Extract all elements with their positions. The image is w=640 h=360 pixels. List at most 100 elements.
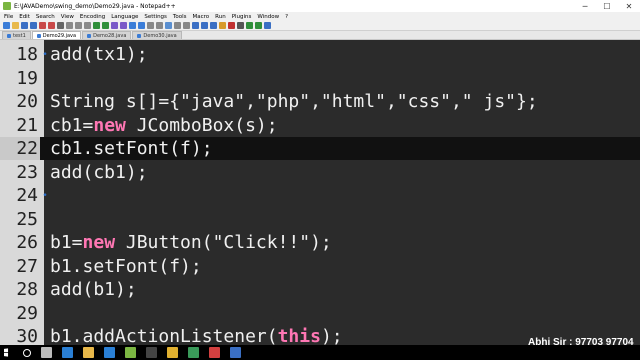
function-list-icon[interactable] (210, 22, 217, 29)
record-icon[interactable] (228, 22, 235, 29)
menu-item-search[interactable]: Search (36, 14, 55, 20)
tab-demo29-java[interactable]: Demo29.java (31, 31, 82, 39)
code-line[interactable]: 18 • add(tx1); (0, 43, 640, 66)
doc-map-icon[interactable] (201, 22, 208, 29)
lang-icon[interactable] (192, 22, 199, 29)
undo-icon[interactable] (93, 22, 100, 29)
settings-icon[interactable] (209, 347, 220, 358)
menu-item-language[interactable]: Language (111, 14, 138, 20)
notepadpp-icon[interactable] (125, 347, 136, 358)
code-line[interactable]: 26 b1=new JButton("Click!!"); (0, 231, 640, 254)
code-line[interactable]: 19 (0, 67, 640, 90)
code-token: add(cb1); (50, 161, 148, 183)
menu-item-macro[interactable]: Macro (192, 14, 209, 20)
line-number: 21 (16, 114, 38, 136)
zoom-in-icon[interactable] (129, 22, 136, 29)
paste-icon[interactable] (84, 22, 91, 29)
replace-icon[interactable] (120, 22, 127, 29)
menu-item-view[interactable]: View (61, 14, 74, 20)
play-icon[interactable] (246, 22, 253, 29)
save-macro-icon[interactable] (264, 22, 271, 29)
copy-icon[interactable] (75, 22, 82, 29)
code-text: b1.setFont(f); (50, 256, 202, 277)
zoom-out-icon[interactable] (138, 22, 145, 29)
redo-icon[interactable] (102, 22, 109, 29)
minimize-button[interactable]: ─ (574, 0, 596, 12)
bookmark-marker-icon (40, 90, 50, 113)
menu-item-tools[interactable]: Tools (173, 14, 187, 20)
show-all-icon[interactable] (174, 22, 181, 29)
store-icon[interactable] (104, 347, 115, 358)
line-number: 27 (16, 255, 38, 277)
video-icon[interactable] (230, 347, 241, 358)
code-keyword: this (277, 326, 321, 345)
explorer-icon[interactable] (83, 347, 94, 358)
chrome-icon[interactable] (167, 347, 178, 358)
code-token: b1.setFont(f); (50, 255, 202, 277)
code-line[interactable]: 27 b1.setFont(f); (0, 255, 640, 278)
tab-demo30-java[interactable]: Demo30.java (132, 31, 182, 39)
code-line[interactable]: 24 • (0, 184, 640, 207)
sync-h-icon[interactable] (156, 22, 163, 29)
save-icon[interactable] (21, 22, 28, 29)
save-all-icon[interactable] (30, 22, 37, 29)
new-file-icon[interactable] (3, 22, 10, 29)
folder-icon[interactable] (219, 22, 226, 29)
tab-label: test1 (13, 32, 26, 39)
notepadpp-icon (3, 2, 11, 10)
line-number: 24 (16, 185, 38, 206)
code-line[interactable]: 20 String s[]={"java","php","html","css",… (0, 90, 640, 113)
close-icon[interactable] (39, 22, 46, 29)
code-token: b1.addActionListener( (50, 326, 278, 345)
sync-v-icon[interactable] (147, 22, 154, 29)
play-multi-icon[interactable] (255, 22, 262, 29)
code-line[interactable]: 22 cb1.setFont(f); (0, 137, 640, 160)
code-token: ); (320, 326, 343, 345)
tab-bar: test1 Demo29.java Demo28.java Demo30.java (0, 31, 640, 40)
code-line[interactable]: 25 (0, 208, 640, 231)
menu-item-edit[interactable]: Edit (19, 14, 30, 20)
menu-item-encoding[interactable]: Encoding (80, 14, 105, 20)
bookmark-marker-icon (40, 208, 50, 231)
code-keyword: new (82, 232, 116, 253)
search-icon[interactable] (23, 348, 31, 357)
tab-demo28-java[interactable]: Demo28.java (82, 31, 132, 39)
menu-item-run[interactable]: Run (215, 14, 226, 20)
menu-item-window[interactable]: Window (257, 14, 279, 20)
maximize-button[interactable]: ☐ (596, 0, 618, 12)
menu-item-settings[interactable]: Settings (144, 14, 167, 20)
tab-test1[interactable]: test1 (2, 31, 31, 39)
menu-item-file[interactable]: File (4, 14, 13, 20)
bookmark-marker-icon: • (42, 190, 48, 201)
menu-item-plugins[interactable]: Plugins (232, 14, 252, 20)
task-view-icon[interactable] (41, 347, 52, 358)
bookmark-marker-icon (40, 67, 50, 90)
code-line[interactable]: 21 cb1=new JComboBox(s); (0, 114, 640, 137)
stop-icon[interactable] (237, 22, 244, 29)
app-icon[interactable] (188, 347, 199, 358)
line-number: 28 (16, 279, 38, 300)
find-icon[interactable] (111, 22, 118, 29)
open-icon[interactable] (12, 22, 19, 29)
code-line[interactable]: 23 add(cb1); (0, 161, 640, 184)
indent-guide-icon[interactable] (183, 22, 190, 29)
code-line[interactable]: 28 add(b1); (0, 278, 640, 301)
code-editor[interactable]: 18 • add(tx1); 19 20 String s[]={"java","php"… (0, 40, 640, 345)
file-icon (137, 33, 142, 38)
cmd-icon[interactable] (146, 347, 157, 358)
wrap-icon[interactable] (165, 22, 172, 29)
close-all-icon[interactable] (48, 22, 55, 29)
menu-item-[interactable]: ? (285, 14, 288, 20)
tab-label: Demo28.java (93, 32, 127, 39)
tab-label: Demo29.java (42, 32, 77, 39)
bookmark-marker-icon (40, 161, 50, 184)
code-token: add(b1); (50, 279, 137, 300)
code-line[interactable]: 29 (0, 302, 640, 325)
edge-icon[interactable] (62, 347, 73, 358)
cut-icon[interactable] (66, 22, 73, 29)
close-button[interactable]: ✕ (618, 0, 640, 12)
code-keyword: new (93, 114, 126, 136)
print-icon[interactable] (57, 22, 64, 29)
start-icon[interactable] (4, 348, 9, 357)
line-number: 20 (16, 91, 38, 112)
